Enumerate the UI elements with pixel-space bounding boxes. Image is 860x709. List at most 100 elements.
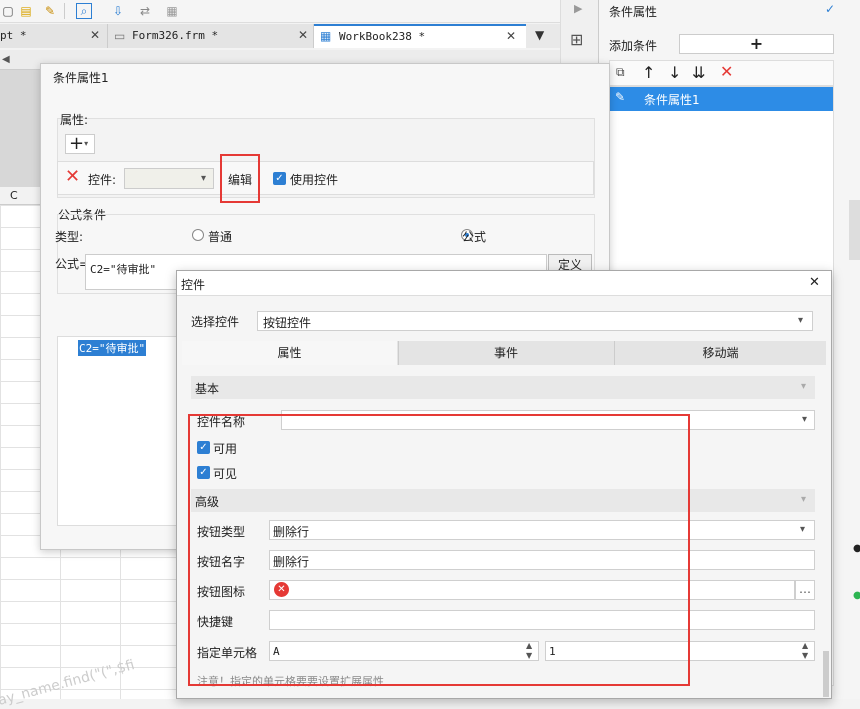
tab-form[interactable]: ▭ Form326.frm * ✕: [108, 24, 314, 48]
column-c-label: C: [10, 189, 18, 202]
control-type-select[interactable]: 按钮控件 ▾: [257, 311, 813, 331]
close-icon[interactable]: ✕: [90, 28, 100, 42]
scrollbar[interactable]: [823, 651, 829, 697]
add-property-button[interactable]: +▾: [65, 134, 95, 154]
enabled-checkbox[interactable]: ✓: [197, 441, 210, 454]
chevron-down-icon: ▾: [802, 414, 808, 425]
spinner-up-icon[interactable]: ▲: [526, 641, 532, 650]
button-name-input[interactable]: 删除行: [269, 550, 815, 570]
formula-value: C2="待审批": [90, 263, 157, 276]
tab-workbook[interactable]: ▦ WorkBook238 * ✕: [314, 24, 526, 48]
spinner-down-icon[interactable]: ▼: [802, 651, 808, 660]
tab-menu-icon[interactable]: ▼: [535, 28, 544, 42]
tab-events[interactable]: 事件: [398, 341, 613, 365]
swap-icon[interactable]: ⇄: [137, 3, 153, 19]
enabled-label: 可用: [213, 442, 238, 456]
button-name-label: 按钮名字: [197, 555, 246, 569]
pin-icon[interactable]: ✓: [825, 2, 835, 16]
spinner-up-icon[interactable]: ▲: [802, 641, 808, 650]
panel-title: 条件属性: [609, 5, 658, 19]
dialog-title: 条件属性1: [53, 71, 109, 85]
icon-picker-button[interactable]: …: [795, 580, 815, 600]
move-bottom-icon[interactable]: ⇊: [692, 63, 705, 82]
add-condition-button[interactable]: +: [679, 34, 834, 54]
preview-icon[interactable]: ⌕: [76, 3, 92, 19]
control-name-label: 控件名称: [197, 415, 246, 429]
control-name-input[interactable]: ▾: [281, 410, 815, 430]
clear-icon[interactable]: ✕: [274, 582, 289, 597]
ruler: [0, 70, 40, 190]
condition-toolbar: ⧉ ↑ ↓ ⇊ ✕: [609, 60, 834, 86]
arrow-up-icon[interactable]: ↑: [642, 63, 655, 82]
plugin-icon[interactable]: ⇩: [110, 3, 126, 19]
tab-report[interactable]: pt * ✕: [0, 24, 108, 48]
format-brush-icon[interactable]: ✎: [42, 3, 58, 19]
tab-properties[interactable]: 属性: [182, 341, 397, 365]
dialog-titlebar: 控件 ✕: [177, 271, 831, 296]
type-normal-radio[interactable]: [192, 229, 204, 241]
condition-name: 条件属性1: [644, 93, 700, 107]
collapse-icon[interactable]: ▾: [801, 381, 806, 392]
delete-icon[interactable]: ✕: [720, 62, 733, 81]
button-icon-label: 按钮图标: [197, 585, 246, 599]
expand-icon[interactable]: ▶: [574, 2, 582, 15]
copy-icon[interactable]: ⧉: [616, 65, 625, 80]
chevron-down-icon: ▾: [800, 524, 806, 535]
section-label: 属性:: [60, 113, 89, 127]
top-toolbar: ▢ ▤ ✎ ⌕ ⇩ ⇄ ▦: [0, 0, 598, 23]
arrow-down-icon[interactable]: ↓: [668, 63, 681, 82]
select-value: 按钮控件: [263, 316, 312, 330]
input-value: 1: [549, 645, 556, 658]
control-dialog: 控件 ✕ 选择控件 按钮控件 ▾ 属性 事件 移动端 基本 ▾ 控件名称 ▾ ✓…: [176, 270, 832, 699]
control-row: ✕ 控件: ▾ 编辑 ✓ 使用控件: [57, 161, 594, 195]
copy-icon[interactable]: ▢: [0, 3, 16, 19]
layout-icon[interactable]: ⊞: [570, 30, 583, 49]
basic-section-header[interactable]: 基本 ▾: [191, 376, 815, 399]
delete-icon[interactable]: ✕: [65, 168, 80, 186]
spinner-down-icon[interactable]: ▼: [526, 651, 532, 660]
scrollbar[interactable]: [849, 200, 860, 260]
tab-strip: pt * ✕ ▭ Form326.frm * ✕ ▦ WorkBook238 *…: [0, 24, 560, 48]
control-select[interactable]: ▾: [124, 168, 214, 189]
tab-label: pt *: [0, 29, 27, 42]
select-value: 删除行: [273, 525, 310, 539]
tab-bar: 属性 事件 移动端: [182, 341, 826, 365]
close-icon[interactable]: ✕: [298, 28, 308, 42]
input-value: 删除行: [273, 555, 310, 569]
type-formula-label: 公式: [462, 230, 487, 244]
button-type-select[interactable]: 删除行 ▾: [269, 520, 815, 540]
select-control-label: 选择控件: [191, 315, 240, 329]
use-control-checkbox[interactable]: ✓: [273, 172, 286, 185]
chevron-down-icon: ▾: [201, 173, 207, 184]
close-button[interactable]: ✕: [809, 275, 820, 290]
preview-item[interactable]: C2="待审批": [78, 340, 147, 356]
add-condition-label: 添加条件: [609, 39, 658, 53]
edit-button[interactable]: 编辑: [228, 171, 252, 188]
toolbar-divider: [64, 3, 65, 19]
tab-label: Form326.frm *: [132, 29, 219, 42]
close-icon[interactable]: ✕: [506, 29, 516, 43]
section-title: 高级: [195, 495, 220, 509]
tab-label: WorkBook238 *: [339, 30, 426, 43]
form-file-icon: ▭: [114, 29, 126, 43]
dialog-title: 控件: [181, 278, 206, 292]
shortcut-input[interactable]: [269, 610, 815, 630]
status-dot-icon: ●: [853, 543, 860, 554]
button-icon-input[interactable]: ✕: [269, 580, 795, 600]
advanced-section-header[interactable]: 高级 ▾: [191, 489, 815, 512]
paste-icon[interactable]: ▤: [18, 3, 34, 19]
tab-mobile[interactable]: 移动端: [614, 341, 826, 365]
dropdown-icon[interactable]: ◀: [2, 54, 10, 65]
status-dot-icon: ●: [853, 590, 860, 601]
target-cell-row-input[interactable]: 1 ▲ ▼: [545, 641, 815, 661]
condition-list-item[interactable]: ✎ 条件属性1: [610, 87, 833, 111]
section-title: 基本: [195, 382, 220, 396]
chevron-down-icon: ▾: [84, 139, 89, 148]
collapse-icon[interactable]: ▾: [801, 494, 806, 505]
target-cell-column-input[interactable]: A ▲ ▼: [269, 641, 539, 661]
shortcut-label: 快捷键: [197, 615, 234, 629]
grid-icon[interactable]: ▦: [164, 3, 180, 19]
visible-checkbox[interactable]: ✓: [197, 466, 210, 479]
formula-label: 公式=: [55, 257, 90, 271]
use-control-label: 使用控件: [290, 173, 339, 187]
